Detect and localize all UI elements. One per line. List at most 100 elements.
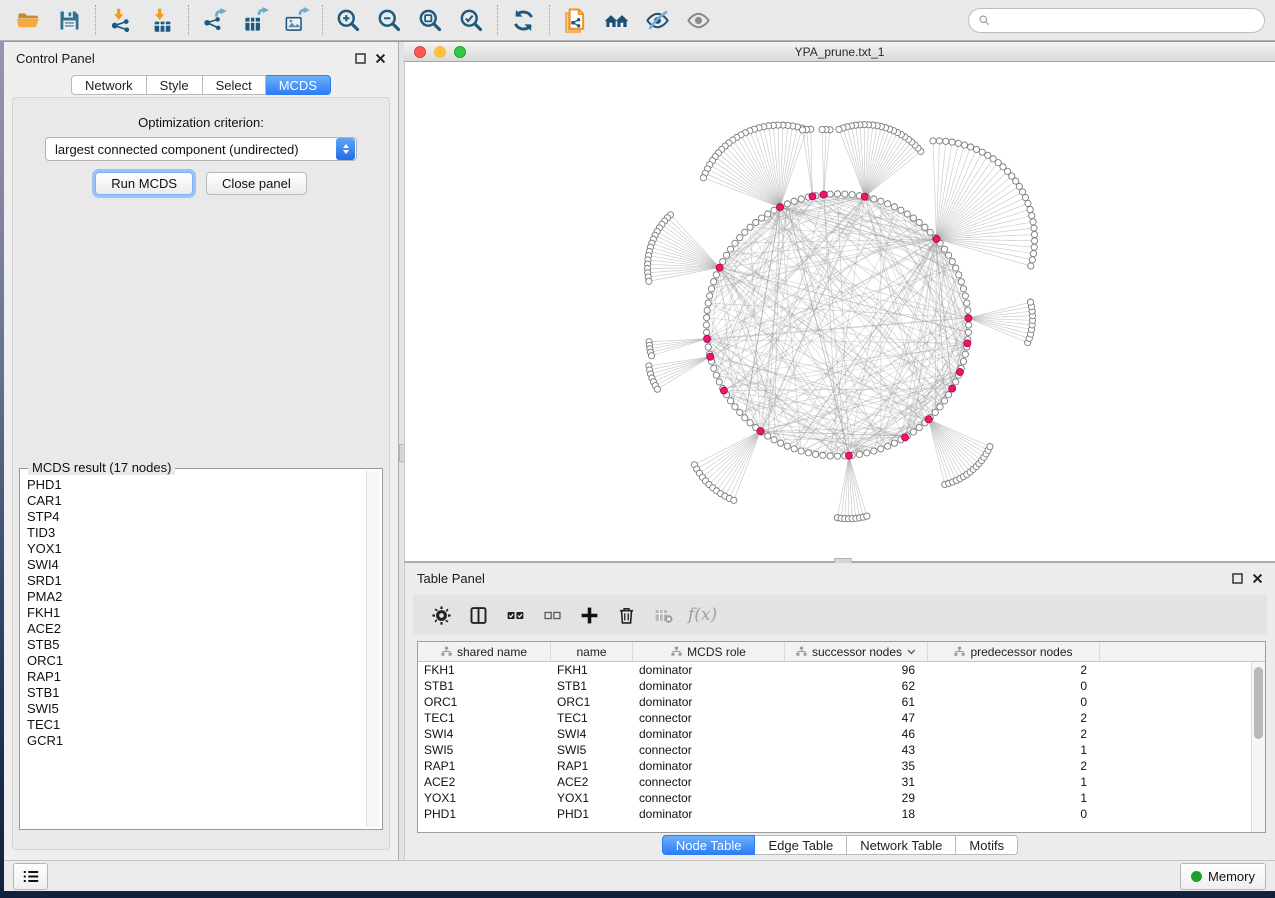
search-input[interactable]	[996, 12, 1255, 29]
export-network-icon	[201, 7, 228, 34]
import-table-button[interactable]	[142, 3, 183, 37]
table-settings-button[interactable]	[423, 599, 460, 631]
search-box[interactable]	[968, 8, 1265, 33]
table-row[interactable]: SWI4SWI4dominator462	[418, 726, 1265, 742]
share-document-button[interactable]	[555, 3, 596, 37]
column-header-MCDS-role[interactable]: MCDS role	[633, 642, 785, 661]
maximize-window-button[interactable]	[454, 46, 466, 58]
table-row[interactable]: ORC1ORC1dominator610	[418, 694, 1265, 710]
select-all-rows-button[interactable]	[497, 599, 534, 631]
zoom-selected-button[interactable]	[451, 3, 492, 37]
column-header-shared-name[interactable]: shared name	[418, 642, 551, 661]
table-row[interactable]: YOX1YOX1connector291	[418, 790, 1265, 806]
tab-mcds[interactable]: MCDS	[266, 75, 331, 95]
table-cell: RAP1	[551, 758, 633, 774]
tab-node-table[interactable]: Node Table	[662, 835, 756, 855]
tab-style[interactable]: Style	[147, 75, 203, 95]
table-cell: 1	[928, 774, 1100, 790]
add-column-button[interactable]	[571, 599, 608, 631]
zoom-fit-button[interactable]	[410, 3, 451, 37]
minimize-window-button[interactable]	[434, 46, 446, 58]
table-scrollbar-thumb[interactable]	[1254, 667, 1263, 739]
memory-button[interactable]: Memory	[1180, 863, 1266, 890]
table-row[interactable]: STB1STB1dominator620	[418, 678, 1265, 694]
tab-motifs[interactable]: Motifs	[956, 835, 1018, 855]
tab-edge-table[interactable]: Edge Table	[755, 835, 847, 855]
mcds-result-item[interactable]: RAP1	[27, 669, 366, 685]
column-header-predecessor-nodes[interactable]: predecessor nodes	[928, 642, 1100, 661]
delete-column-button[interactable]	[608, 599, 645, 631]
mcds-result-item[interactable]: SRD1	[27, 573, 366, 589]
select-stepper-icon	[336, 138, 355, 160]
table-cell: STB1	[551, 678, 633, 694]
table-cell: YOX1	[418, 790, 551, 806]
tab-network-table[interactable]: Network Table	[847, 835, 956, 855]
mcds-result-item[interactable]: CAR1	[27, 493, 366, 509]
close-table-panel-button[interactable]	[1252, 573, 1263, 584]
import-network-button[interactable]	[101, 3, 142, 37]
task-history-button[interactable]	[13, 863, 48, 890]
mcds-result-item[interactable]: PHD1	[27, 477, 366, 493]
float-panel-button[interactable]	[355, 53, 366, 64]
mcds-result-item[interactable]: TID3	[27, 525, 366, 541]
mcds-result-item[interactable]: ACE2	[27, 621, 366, 637]
open-session-button[interactable]	[8, 3, 49, 37]
column-header-successor-nodes[interactable]: successor nodes	[785, 642, 928, 661]
table-cell: dominator	[633, 678, 785, 694]
table-row[interactable]: FKH1FKH1dominator962	[418, 662, 1265, 678]
mcds-result-item[interactable]: YOX1	[27, 541, 366, 557]
close-panel-x-button[interactable]	[375, 53, 386, 64]
table-row[interactable]: TEC1TEC1connector472	[418, 710, 1265, 726]
mcds-result-item[interactable]: GCR1	[27, 733, 366, 749]
tab-network[interactable]: Network	[71, 75, 147, 95]
table-cell: 47	[785, 710, 928, 726]
table-cell: connector	[633, 790, 785, 806]
node-table-body: FKH1FKH1dominator962STB1STB1dominator620…	[418, 662, 1265, 822]
mcds-result-item[interactable]: SWI5	[27, 701, 366, 717]
hide-elements-button[interactable]	[637, 3, 678, 37]
show-elements-button[interactable]	[678, 3, 719, 37]
float-table-panel-button[interactable]	[1232, 573, 1243, 584]
network-canvas[interactable]	[404, 62, 1275, 561]
save-session-button[interactable]	[49, 3, 90, 37]
table-row[interactable]: RAP1RAP1dominator352	[418, 758, 1265, 774]
tab-select[interactable]: Select	[203, 75, 266, 95]
mcds-result-list: PHD1CAR1STP4TID3YOX1SWI4SRD1PMA2FKH1ACE2…	[20, 473, 366, 827]
control-panel-titlebar: Control Panel	[4, 42, 398, 68]
close-panel-button[interactable]: Close panel	[206, 172, 307, 195]
zoom-in-button[interactable]	[328, 3, 369, 37]
export-network-button[interactable]	[194, 3, 235, 37]
table-cell: 2	[928, 758, 1100, 774]
mcds-list-scrollbar[interactable]	[366, 471, 380, 827]
mcds-result-item[interactable]: STP4	[27, 509, 366, 525]
network-window-titlebar: YPA_prune.txt_1	[404, 42, 1275, 62]
zoom-out-button[interactable]	[369, 3, 410, 37]
mcds-result-item[interactable]: FKH1	[27, 605, 366, 621]
export-image-button[interactable]	[276, 3, 317, 37]
mcds-result-item[interactable]: ORC1	[27, 653, 366, 669]
mcds-result-item[interactable]: STB1	[27, 685, 366, 701]
mcds-result-item[interactable]: SWI4	[27, 557, 366, 573]
table-cell: 2	[928, 710, 1100, 726]
mcds-result-item[interactable]: STB5	[27, 637, 366, 653]
mcds-result-item[interactable]: TEC1	[27, 717, 366, 733]
show-columns-button[interactable]	[460, 599, 497, 631]
table-cell: connector	[633, 742, 785, 758]
table-row[interactable]: PHD1PHD1dominator180	[418, 806, 1265, 822]
table-row[interactable]: SWI5SWI5connector431	[418, 742, 1265, 758]
refresh-layout-button[interactable]	[503, 3, 544, 37]
deselect-all-rows-button[interactable]	[534, 599, 571, 631]
table-scrollbar[interactable]	[1251, 662, 1265, 832]
run-mcds-button[interactable]: Run MCDS	[95, 172, 193, 195]
search-icon	[978, 14, 991, 27]
close-window-button[interactable]	[414, 46, 426, 58]
table-row[interactable]: ACE2ACE2connector311	[418, 774, 1265, 790]
double-house-button[interactable]	[596, 3, 637, 37]
table-cell: dominator	[633, 726, 785, 742]
export-table-button[interactable]	[235, 3, 276, 37]
mcds-result-item[interactable]: PMA2	[27, 589, 366, 605]
memory-status-icon	[1191, 871, 1202, 882]
criterion-select[interactable]: largest connected component (undirected)	[45, 137, 357, 161]
open-folder-icon	[15, 7, 42, 34]
column-header-name[interactable]: name	[551, 642, 633, 661]
